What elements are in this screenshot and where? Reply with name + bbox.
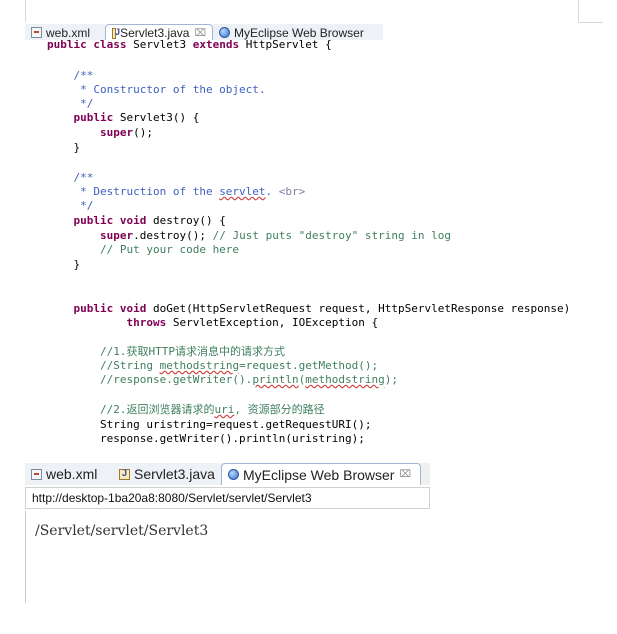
globe-icon: [219, 27, 230, 38]
code-text: */: [47, 199, 94, 212]
code-line: super();: [99, 126, 153, 139]
page-border-top-right: [578, 0, 579, 22]
code-line: //2.返回浏览器请求的uri, 资源部分的路径: [47, 403, 325, 416]
close-icon[interactable]: ⌧: [399, 469, 411, 480]
code-text: /**: [47, 69, 94, 82]
tab-servlet3-java[interactable]: Servlet3.java: [113, 463, 221, 485]
tab-label: Servlet3.java: [120, 26, 190, 40]
code-text: // Put your code here: [47, 243, 240, 256]
code-line: //response.getWriter().println(methodstr…: [47, 373, 399, 386]
globe-icon: [228, 469, 239, 480]
xml-file-icon: [31, 27, 42, 38]
code-text: /**: [47, 171, 94, 184]
code-text: //1.获取HTTP请求消息中的请求方式: [47, 345, 285, 358]
code-text: }: [47, 141, 81, 154]
code-line: * Destruction of the servlet. <br>: [47, 185, 306, 198]
code-line: */: [47, 96, 93, 111]
code-line: */: [47, 198, 93, 213]
code-line: public void doGet(HttpServletRequest req…: [73, 302, 571, 315]
code-line: throws ServletException, IOException {: [126, 316, 379, 329]
code-line: }: [47, 257, 80, 272]
tab-label: MyEclipse Web Browser: [243, 466, 395, 483]
tab-label: MyEclipse Web Browser: [234, 25, 364, 40]
code-text: }: [47, 258, 81, 271]
code-line: response.getWriter().println(uristring);: [47, 431, 365, 446]
close-icon[interactable]: ⌧: [194, 28, 206, 39]
java-file-icon: [119, 468, 130, 480]
code-line: //1.获取HTTP请求消息中的请求方式: [47, 344, 285, 359]
response-text: /Servlet/servlet/Servlet3: [35, 523, 209, 539]
browser-content: /Servlet/servlet/Servlet3: [25, 511, 430, 603]
tab-label: Servlet3.java: [134, 466, 215, 482]
code-text: String uristring=request.getRequestURI()…: [47, 418, 372, 431]
tab-web-xml[interactable]: web.xml: [25, 463, 113, 485]
code-line: /**: [47, 68, 93, 83]
tab-web-xml[interactable]: web.xml: [25, 24, 105, 41]
code-line: /**: [47, 170, 93, 185]
code-line: String uristring=request.getRequestURI()…: [47, 417, 372, 432]
tab-myeclipse-web-browser[interactable]: MyEclipse Web Browser ⌧: [221, 463, 421, 485]
page-border-top-left: [25, 0, 26, 22]
xml-file-icon: [31, 468, 42, 480]
code-line: * Constructor of the object.: [47, 82, 266, 97]
code-line: super.destroy(); // Just puts "destroy" …: [99, 229, 452, 242]
tab-label: web.xml: [46, 25, 91, 40]
code-line: //String methodstring=request.getMethod(…: [47, 359, 379, 372]
tab-servlet3-java[interactable]: Servlet3.java ⌧: [105, 24, 213, 41]
code-line: // Put your code here: [47, 242, 239, 257]
page-border-top-right-h: [578, 22, 603, 23]
code-line: public class Servlet3 extends HttpServle…: [47, 40, 332, 51]
code-text: response.getWriter().println(uristring);: [47, 432, 365, 445]
url-field[interactable]: http://desktop-1ba20a8:8080/Servlet/serv…: [25, 487, 430, 509]
code-editor[interactable]: public class Servlet3 extends HttpServle…: [25, 40, 585, 455]
code-text: * Constructor of the object.: [47, 83, 266, 96]
tab-myeclipse-web-browser[interactable]: MyEclipse Web Browser: [213, 24, 383, 41]
code-line: public void destroy() {: [73, 214, 226, 227]
code-text: */: [47, 97, 94, 110]
browser-tab-bar: web.xml Servlet3.java MyEclipse Web Brow…: [25, 463, 430, 485]
code-line: }: [47, 140, 80, 155]
java-file-icon: [112, 27, 120, 39]
code-line: public Servlet3() {: [73, 111, 200, 124]
tab-label: web.xml: [46, 466, 98, 482]
